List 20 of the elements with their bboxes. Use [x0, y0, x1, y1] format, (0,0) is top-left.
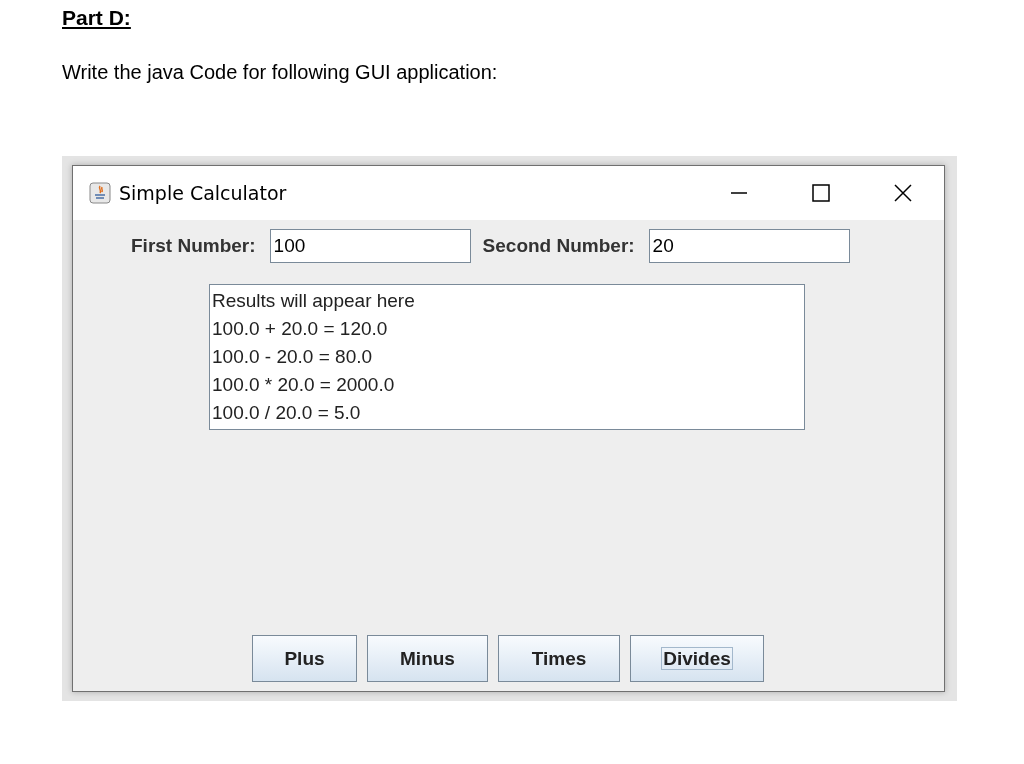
part-heading: Part D:: [62, 6, 131, 30]
result-line: 100.0 / 20.0 = 5.0: [212, 401, 362, 425]
operation-button[interactable]: Divides: [630, 635, 764, 682]
operation-button[interactable]: Times: [498, 635, 620, 682]
maximize-icon[interactable]: [811, 183, 831, 203]
number-field[interactable]: 20: [648, 229, 850, 263]
number-field[interactable]: 100: [269, 229, 471, 263]
result-line: 100.0 + 20.0 = 120.0: [212, 317, 389, 341]
window-title: Simple Calculator: [119, 182, 288, 204]
field-label: Second Number:: [482, 235, 635, 257]
operation-button[interactable]: Plus: [252, 635, 357, 682]
operation-button[interactable]: Minus: [367, 635, 488, 682]
close-icon[interactable]: [893, 183, 913, 203]
result-line: 100.0 * 20.0 = 2000.0: [212, 373, 396, 397]
instruction-text: Write the java Code for following GUI application:: [62, 61, 498, 84]
result-line: 100.0 - 20.0 = 80.0: [212, 345, 374, 369]
field-label: First Number:: [131, 235, 256, 257]
result-line: Results will appear here: [212, 289, 416, 313]
results-area[interactable]: Results will appear here 100.0 + 20.0 = 120.0 100.0 - 20.0 = 80.0 100.0 * 20.0 = 2000.0 100.0 / 20.0 = 5.0: [209, 284, 805, 430]
java-app-icon: [89, 182, 111, 204]
